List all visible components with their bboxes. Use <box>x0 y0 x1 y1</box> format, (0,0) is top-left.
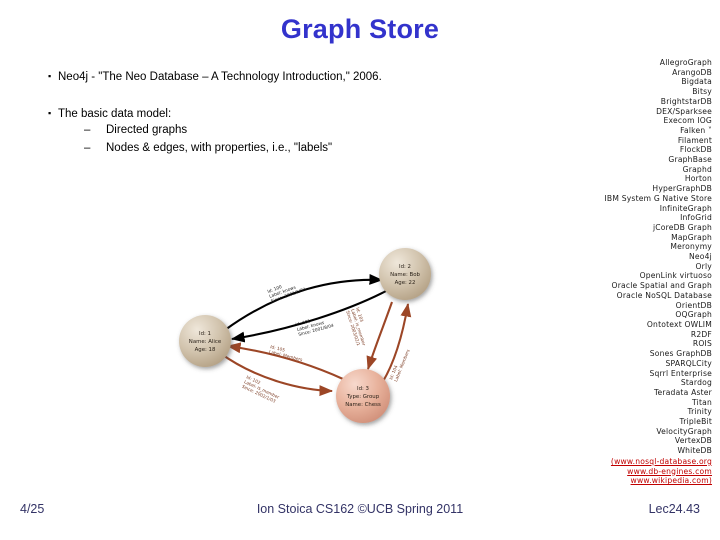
edge-103-is-member: Id: 103 Label: is_member Since: 2003/02/… <box>344 301 393 371</box>
list-item: jCoreDB Graph <box>652 222 712 232</box>
sub-bullet-nodes-edges: Nodes & edges, with properties, i.e., "l… <box>48 139 448 157</box>
bullet-neo4j-reference: Neo4j - "The Neo Database – A Technology… <box>48 69 448 84</box>
list-item: TripleBit <box>679 417 712 427</box>
node-name-label: Name: Chess <box>345 402 381 408</box>
list-item: R2DF <box>690 329 712 339</box>
list-item: MapGraph <box>671 232 712 242</box>
list-item: Graphd <box>682 164 712 174</box>
list-item: ROIS <box>692 339 712 349</box>
link-wikipedia[interactable]: www.wikipedia.com) <box>452 476 712 486</box>
bullet-data-model: The basic data model: <box>48 106 448 121</box>
list-item: Neo4j <box>689 252 712 262</box>
edge-label-label: Label: Members <box>268 349 303 363</box>
list-item: Trinity <box>687 407 712 417</box>
list-item: HyperGraphDB <box>652 184 712 194</box>
edge-101-knows: Id: 101 Label: knows Since: 2001/8/04 <box>230 289 389 343</box>
list-item: Meronymy <box>670 242 712 252</box>
node-type-label: Type: Group <box>346 394 380 400</box>
list-item: Sqrrl Enterprise <box>649 368 712 378</box>
list-item: OrientDB <box>675 300 712 310</box>
list-item: DEX/Sparksee <box>656 106 712 116</box>
node-name-label: Name: Bob <box>390 272 420 278</box>
list-item: VelocityGraph <box>656 426 712 436</box>
sub-bullet-directed-graphs: Directed graphs <box>48 121 448 139</box>
list-item: ArangoDB <box>672 67 712 77</box>
list-item: BrightstarDB <box>660 96 712 106</box>
property-graph-diagram: Id: 100 Label: knows Since: 2001/1/03 Id… <box>160 238 452 443</box>
list-item: Bigdata <box>681 77 712 87</box>
list-item: Filament <box>677 135 712 145</box>
graph-node-3[interactable]: Id: 3 Type: Group Name: Chess <box>336 369 390 423</box>
list-item: Oracle NoSQL Database <box>616 290 712 300</box>
list-item: VertexDB <box>674 436 712 446</box>
list-item: IBM System G Native Store <box>604 193 712 203</box>
slide-footer: 4/25 Ion Stoica CS162 ©UCB Spring 2011 L… <box>0 502 720 518</box>
footer-attribution: Ion Stoica CS162 ©UCB Spring 2011 <box>256 502 464 516</box>
graph-node-1[interactable]: Id: 1 Name: Alice Age: 18 <box>179 315 231 367</box>
edge-105-members: Id: 105 Label: Members <box>226 342 344 380</box>
node-id-label: Id: 3 <box>357 386 369 392</box>
list-item: Oracle Spatial and Graph <box>611 281 712 291</box>
list-item: Teradata Aster <box>653 387 712 397</box>
list-item: Falken ˅ <box>680 125 712 135</box>
list-item: Titan <box>692 397 712 407</box>
node-id-label: Id: 1 <box>199 331 211 337</box>
graph-node-2[interactable]: Id: 2 Name: Bob Age: 22 <box>379 248 431 300</box>
lecture-id: Lec24.43 <box>648 502 700 516</box>
list-item: Sones GraphDB <box>649 349 712 359</box>
page-title: Graph Store <box>280 14 440 44</box>
node-age-label: Age: 22 <box>395 280 416 286</box>
link-nosql-database[interactable]: (www.nosql-database.org <box>452 457 712 467</box>
graph-database-list: AllegroGraph ArangoDB Bigdata Bitsy Brig… <box>452 58 712 486</box>
list-item: Bitsy <box>692 87 712 97</box>
list-item: InfoGrid <box>680 213 712 223</box>
list-item: Ontotext OWLIM <box>646 319 712 329</box>
list-item: InfiniteGraph <box>659 203 712 213</box>
list-item: OQGraph <box>675 310 712 320</box>
node-id-label: Id: 2 <box>399 264 411 270</box>
body-content: Neo4j - "The Neo Database – A Technology… <box>48 69 448 157</box>
bullet-spacer <box>48 84 448 107</box>
node-name-label: Name: Alice <box>189 339 222 345</box>
list-item: FlockDB <box>679 145 712 155</box>
list-item: Horton <box>684 174 712 184</box>
source-links: (www.nosql-database.org www.db-engines.c… <box>452 457 712 486</box>
list-item: GraphBase <box>668 155 712 165</box>
list-item: SPARQLCity <box>665 358 712 368</box>
list-item: WhiteDB <box>677 446 712 456</box>
node-age-label: Age: 18 <box>195 347 216 353</box>
list-item: Execom IOG <box>663 116 712 126</box>
list-item: Orly <box>695 261 712 271</box>
link-db-engines[interactable]: www.db-engines.com <box>452 467 712 477</box>
list-item: AllegroGraph <box>659 58 712 67</box>
list-item: OpenLink virtuoso <box>639 271 712 281</box>
edge-102-is-member: Id: 102 Label: is_member Since: 2002/1/0… <box>219 352 334 405</box>
list-item: Stardog <box>680 378 712 388</box>
